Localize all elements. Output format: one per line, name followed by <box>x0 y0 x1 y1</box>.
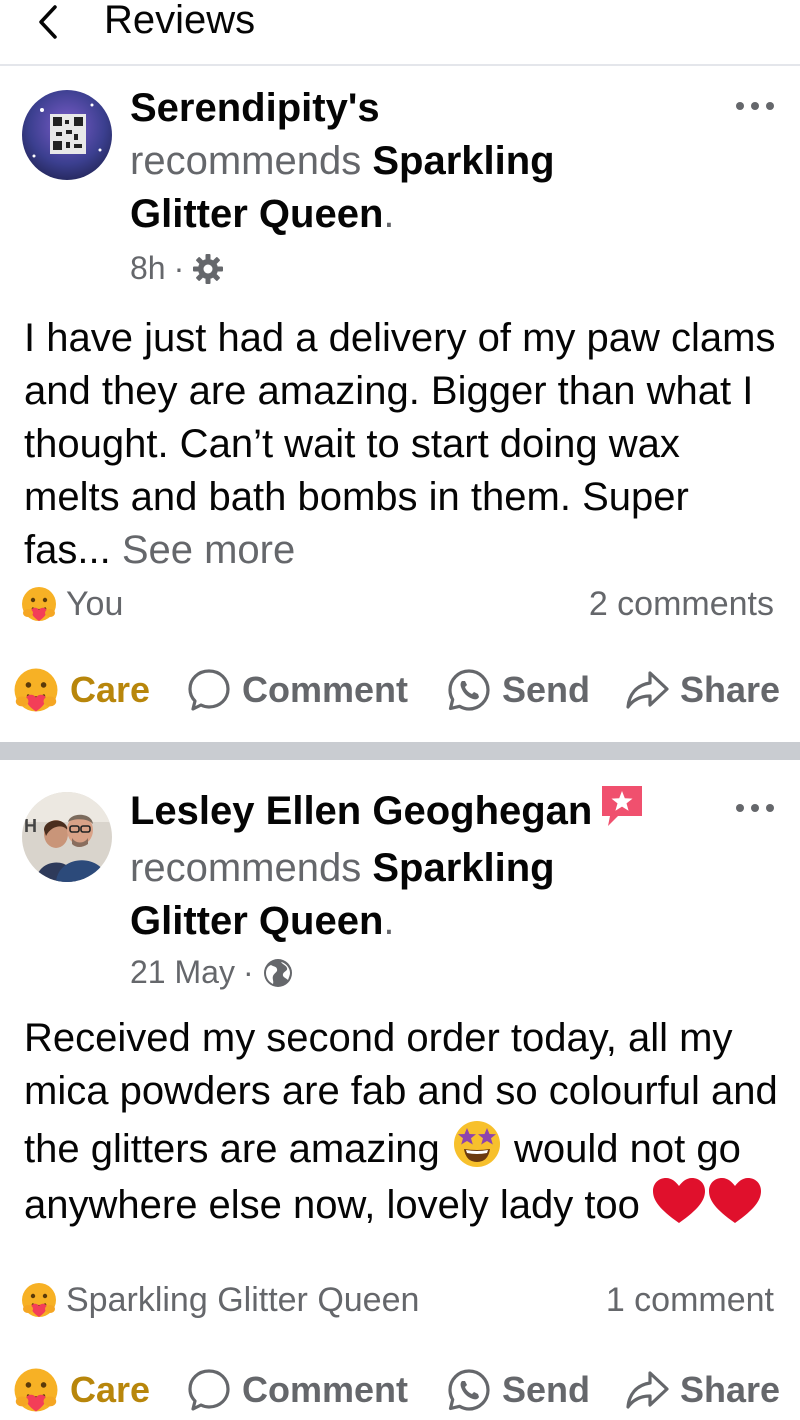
reactions-summary: You 2 comments <box>20 582 774 626</box>
care-reaction-icon <box>14 668 58 712</box>
recommends-text: recommends <box>130 846 362 890</box>
share-arrow-icon <box>626 1371 669 1409</box>
reactors[interactable]: You <box>20 585 123 624</box>
more-dots-icon <box>736 804 774 812</box>
meta-separator: · <box>242 954 254 990</box>
review-post: Serendipity's recommends Sparkling Glitt… <box>0 68 800 742</box>
avatar[interactable]: H <box>22 792 112 882</box>
review-post: H Lesley Ellen Geoghegan recommends Spar… <box>0 760 800 1420</box>
post-body: I have just had a delivery of my paw cla… <box>24 312 784 577</box>
red-heart-icon <box>709 1178 762 1223</box>
gear-icon <box>193 253 224 284</box>
comments-count[interactable]: 2 comments <box>589 585 774 624</box>
care-label: Care <box>70 669 151 710</box>
post-actions: Care Comment Send Share <box>0 1362 800 1418</box>
send-button[interactable]: Send <box>446 1362 590 1418</box>
care-reaction-icon <box>22 1283 56 1317</box>
share-label: Share <box>680 1369 781 1410</box>
post-time[interactable]: 21 May <box>130 954 235 991</box>
comment-button[interactable]: Comment <box>186 662 408 718</box>
post-meta: 8h · <box>130 250 224 287</box>
top-bar: Reviews <box>0 0 800 66</box>
share-button[interactable]: Share <box>624 662 780 718</box>
reactors[interactable]: Sparkling Glitter Queen <box>20 1281 419 1320</box>
comment-button[interactable]: Comment <box>186 1362 408 1418</box>
send-label: Send <box>502 1369 591 1410</box>
share-arrow-icon <box>626 671 669 709</box>
post-actions: Care Comment Send Share <box>0 662 800 718</box>
comment-label: Comment <box>242 669 409 710</box>
more-dots-icon <box>736 102 774 110</box>
avatar[interactable] <box>22 90 112 180</box>
chevron-left-icon <box>39 5 57 39</box>
send-label: Send <box>502 669 591 710</box>
post-body: Received my second order today, all my m… <box>24 1012 784 1232</box>
reactor-names: You <box>66 584 124 623</box>
whatsapp-icon <box>448 1369 490 1411</box>
recommends-text: recommends <box>130 139 362 183</box>
care-button[interactable]: Care <box>12 662 150 718</box>
star-struck-emoji-icon <box>453 1121 500 1167</box>
author-name[interactable]: Lesley Ellen Geoghegan <box>130 789 592 833</box>
red-heart-icon <box>653 1178 706 1223</box>
more-options-button[interactable] <box>732 86 778 126</box>
author-name[interactable]: Serendipity's <box>130 86 380 130</box>
post-divider <box>0 742 800 760</box>
post-meta: 21 May · <box>130 954 294 991</box>
meta-separator: · <box>173 250 185 286</box>
post-headline: Serendipity's recommends Sparkling Glitt… <box>130 82 650 241</box>
share-button[interactable]: Share <box>624 1362 780 1418</box>
post-time[interactable]: 8h <box>130 250 166 287</box>
svg-text:H: H <box>24 816 37 836</box>
comment-bubble-icon <box>188 1369 230 1411</box>
comment-label: Comment <box>242 1369 409 1410</box>
globe-icon <box>263 958 292 987</box>
back-button[interactable] <box>28 0 68 44</box>
see-more-link[interactable]: See more <box>122 528 295 572</box>
care-label: Care <box>70 1369 151 1410</box>
headline-period: . <box>383 192 395 236</box>
more-options-button[interactable] <box>732 788 778 828</box>
comment-bubble-icon <box>188 669 230 711</box>
care-reaction-icon <box>14 1368 58 1412</box>
share-label: Share <box>680 669 781 710</box>
whatsapp-icon <box>448 669 490 711</box>
reactions-summary: Sparkling Glitter Queen 1 comment <box>20 1278 774 1322</box>
care-reaction-icon <box>22 587 56 621</box>
page-title: Reviews <box>104 0 256 42</box>
comments-count[interactable]: 1 comment <box>606 1281 774 1320</box>
top-fan-badge-icon <box>598 782 646 842</box>
post-headline: Lesley Ellen Geoghegan recommends Sparkl… <box>130 782 650 948</box>
care-button[interactable]: Care <box>12 1362 150 1418</box>
send-button[interactable]: Send <box>446 662 590 718</box>
headline-period: . <box>383 899 395 943</box>
reactor-names: Sparkling Glitter Queen <box>66 1280 420 1319</box>
